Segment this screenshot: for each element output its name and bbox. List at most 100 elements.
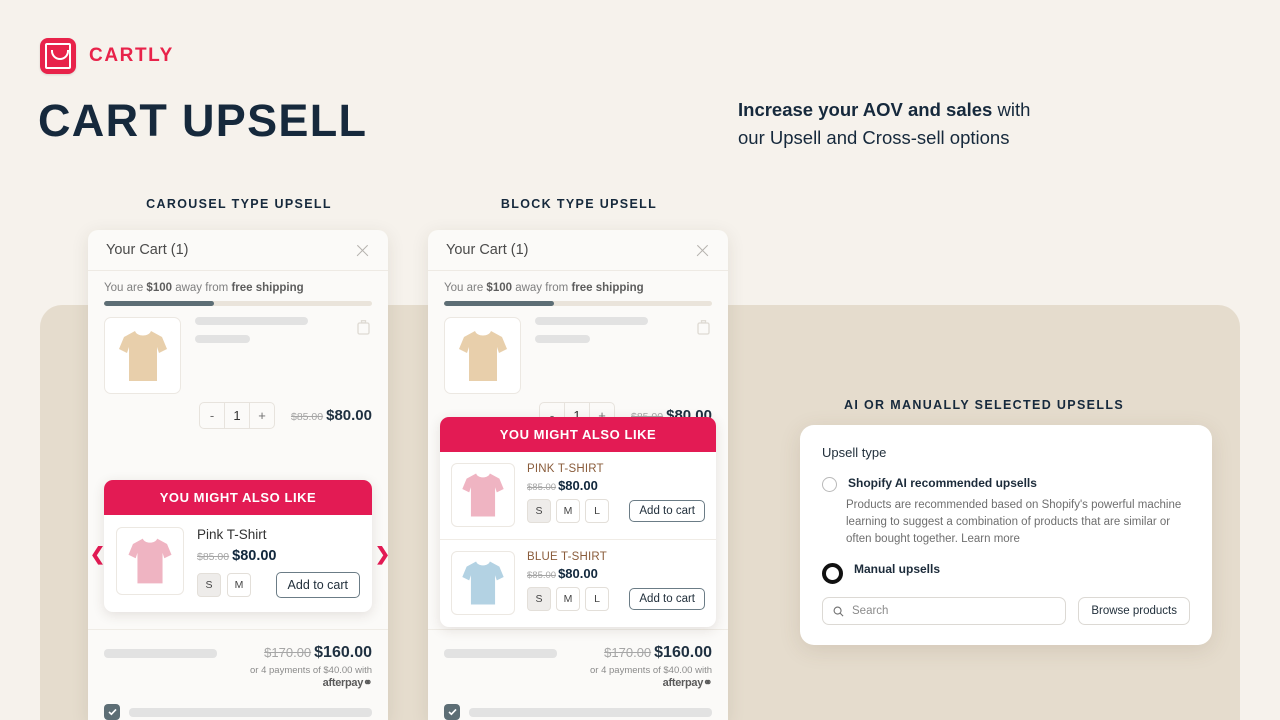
trash-icon[interactable] (357, 320, 370, 335)
product-title-placeholder (535, 317, 649, 325)
cart-line-item (88, 306, 388, 394)
cart-total-old: $170.00 (264, 645, 312, 660)
tagline: Increase your AOV and sales with our Ups… (738, 96, 1138, 152)
product-search-row: Search Browse products (822, 597, 1190, 625)
upsell-price-old: $85.00 (197, 551, 230, 563)
add-to-cart-button[interactable]: Add to cart (275, 572, 360, 598)
upsell-product-name: Pink T-Shirt (197, 527, 267, 542)
upsell-settings-panel: Upsell type Shopify AI recommended upsel… (800, 425, 1212, 645)
cart-header: Your Cart (1) (428, 230, 728, 271)
upsell-banner: YOU MIGHT ALSO LIKE (440, 417, 716, 452)
shipping-text: You are $100 away from free shipping (104, 282, 372, 294)
radio-option-manual[interactable]: Manual upsells (822, 562, 1190, 584)
brand-name: CARTLY (89, 45, 174, 66)
size-option-m[interactable]: M (556, 587, 580, 611)
cart-title: Your Cart (1) (446, 242, 529, 258)
close-icon[interactable] (695, 243, 710, 258)
shipping-prefix: You are (444, 282, 487, 294)
cart-header: Your Cart (1) (88, 230, 388, 271)
afterpay-text: or 4 payments of $40.00 with (250, 665, 372, 676)
product-variant-placeholder (535, 335, 590, 343)
cart-footer: $170.00 $160.00 or 4 payments of $40.00 w… (88, 629, 388, 720)
quantity-stepper[interactable]: - 1 + (199, 402, 275, 429)
qty-plus-button[interactable]: + (250, 403, 274, 428)
upsell-price: $85.00 $80.00 (527, 478, 705, 493)
add-to-cart-button[interactable]: Add to cart (629, 500, 705, 522)
product-thumbnail (444, 317, 521, 394)
subtotal-label-placeholder (444, 648, 557, 658)
radio-option-ai[interactable]: Shopify AI recommended upsells (822, 476, 1190, 492)
search-icon (833, 606, 844, 616)
size-option-l[interactable]: L (585, 499, 609, 523)
upsell-product-name: BLUE T-SHIRT (527, 551, 607, 563)
upsell-product-name: PINK T-SHIRT (527, 463, 604, 475)
radio-ai-label: Shopify AI recommended upsells (848, 476, 1037, 490)
brand-logo: CARTLY (40, 38, 174, 74)
shipping-prefix: You are (104, 282, 147, 294)
size-option-m[interactable]: M (227, 573, 251, 597)
cart-drawer-carousel: Your Cart (1) You are $100 away from fre… (88, 230, 388, 720)
upsell-price-new: $80.00 (558, 478, 598, 493)
shipping-mid: away from (172, 282, 232, 294)
upsell-price-old: $85.00 (527, 570, 557, 581)
cart-total: $170.00 $160.00 (604, 644, 712, 662)
settings-title: Upsell type (822, 445, 887, 460)
search-input[interactable]: Search (822, 597, 1067, 625)
block-upsell: YOU MIGHT ALSO LIKE PINK T-SHIRT $85.00 $… (440, 417, 716, 627)
tshirt-icon (118, 330, 167, 381)
terms-checkbox[interactable] (104, 704, 120, 720)
upsell-list-item: BLUE T-SHIRT $85.00 $80.00 S M L Add to c… (440, 540, 716, 627)
upsell-product-thumbnail[interactable] (116, 527, 184, 595)
radio-ai-description: Products are recommended based on Shopif… (846, 499, 1182, 545)
upsell-price: $85.00 $80.00 (527, 566, 705, 581)
line-item-details (181, 317, 372, 394)
product-thumbnail (104, 317, 181, 394)
size-option-s[interactable]: S (527, 499, 551, 523)
upsell-product-thumbnail[interactable] (451, 551, 515, 615)
carousel-prev-button[interactable]: ❮ (90, 545, 105, 563)
terms-label-placeholder (129, 707, 372, 717)
upsell-product-thumbnail[interactable] (451, 463, 515, 527)
size-option-s[interactable]: S (527, 587, 551, 611)
trash-icon[interactable] (697, 320, 710, 335)
cart-total-new: $160.00 (314, 644, 372, 661)
afterpay-text: or 4 payments of $40.00 with (590, 665, 712, 676)
cart-line-item (428, 306, 728, 394)
cart-total-old: $170.00 (604, 645, 652, 660)
shipping-bold: free shipping (231, 282, 304, 294)
caption-carousel: CAROUSEL TYPE UPSELL (146, 197, 332, 211)
size-option-s[interactable]: S (197, 573, 221, 597)
tagline-rest: with (992, 99, 1031, 120)
upsell-price: $85.00 $80.00 (197, 548, 360, 564)
line-item-price: $85.00$80.00 (291, 407, 372, 424)
tagline-line2: our Upsell and Cross-sell options (738, 127, 1010, 148)
size-selector: S M L Add to cart (527, 499, 705, 523)
add-to-cart-button[interactable]: Add to cart (629, 588, 705, 610)
carousel-upsell: YOU MIGHT ALSO LIKE Pink T-Shirt $85.00 $… (104, 480, 372, 612)
product-variant-placeholder (195, 335, 250, 343)
cartly-logo-icon (40, 38, 76, 74)
close-icon[interactable] (355, 243, 370, 258)
terms-checkbox[interactable] (444, 704, 460, 720)
shipping-text: You are $100 away from free shipping (444, 282, 712, 294)
terms-label-placeholder (469, 707, 712, 717)
upsell-price-old: $85.00 (527, 482, 557, 493)
browse-products-button[interactable]: Browse products (1078, 597, 1190, 625)
free-shipping-progress: You are $100 away from free shipping (428, 271, 728, 306)
radio-ai-icon[interactable] (822, 477, 837, 492)
carousel-next-button[interactable]: ❯ (375, 545, 390, 563)
shipping-mid: away from (512, 282, 572, 294)
radio-manual-icon[interactable] (822, 563, 843, 584)
terms-row (104, 704, 372, 720)
tshirt-icon (128, 538, 172, 584)
tshirt-icon (462, 473, 504, 517)
upsell-price-new: $80.00 (232, 548, 277, 564)
size-option-m[interactable]: M (556, 499, 580, 523)
size-selector: S M Add to cart (197, 572, 360, 598)
qty-minus-button[interactable]: - (200, 403, 225, 428)
terms-row (444, 704, 712, 720)
size-selector: S M L Add to cart (527, 587, 705, 611)
quantity-row: - 1 + $85.00$80.00 (88, 394, 388, 429)
line-item-details (521, 317, 712, 394)
size-option-l[interactable]: L (585, 587, 609, 611)
